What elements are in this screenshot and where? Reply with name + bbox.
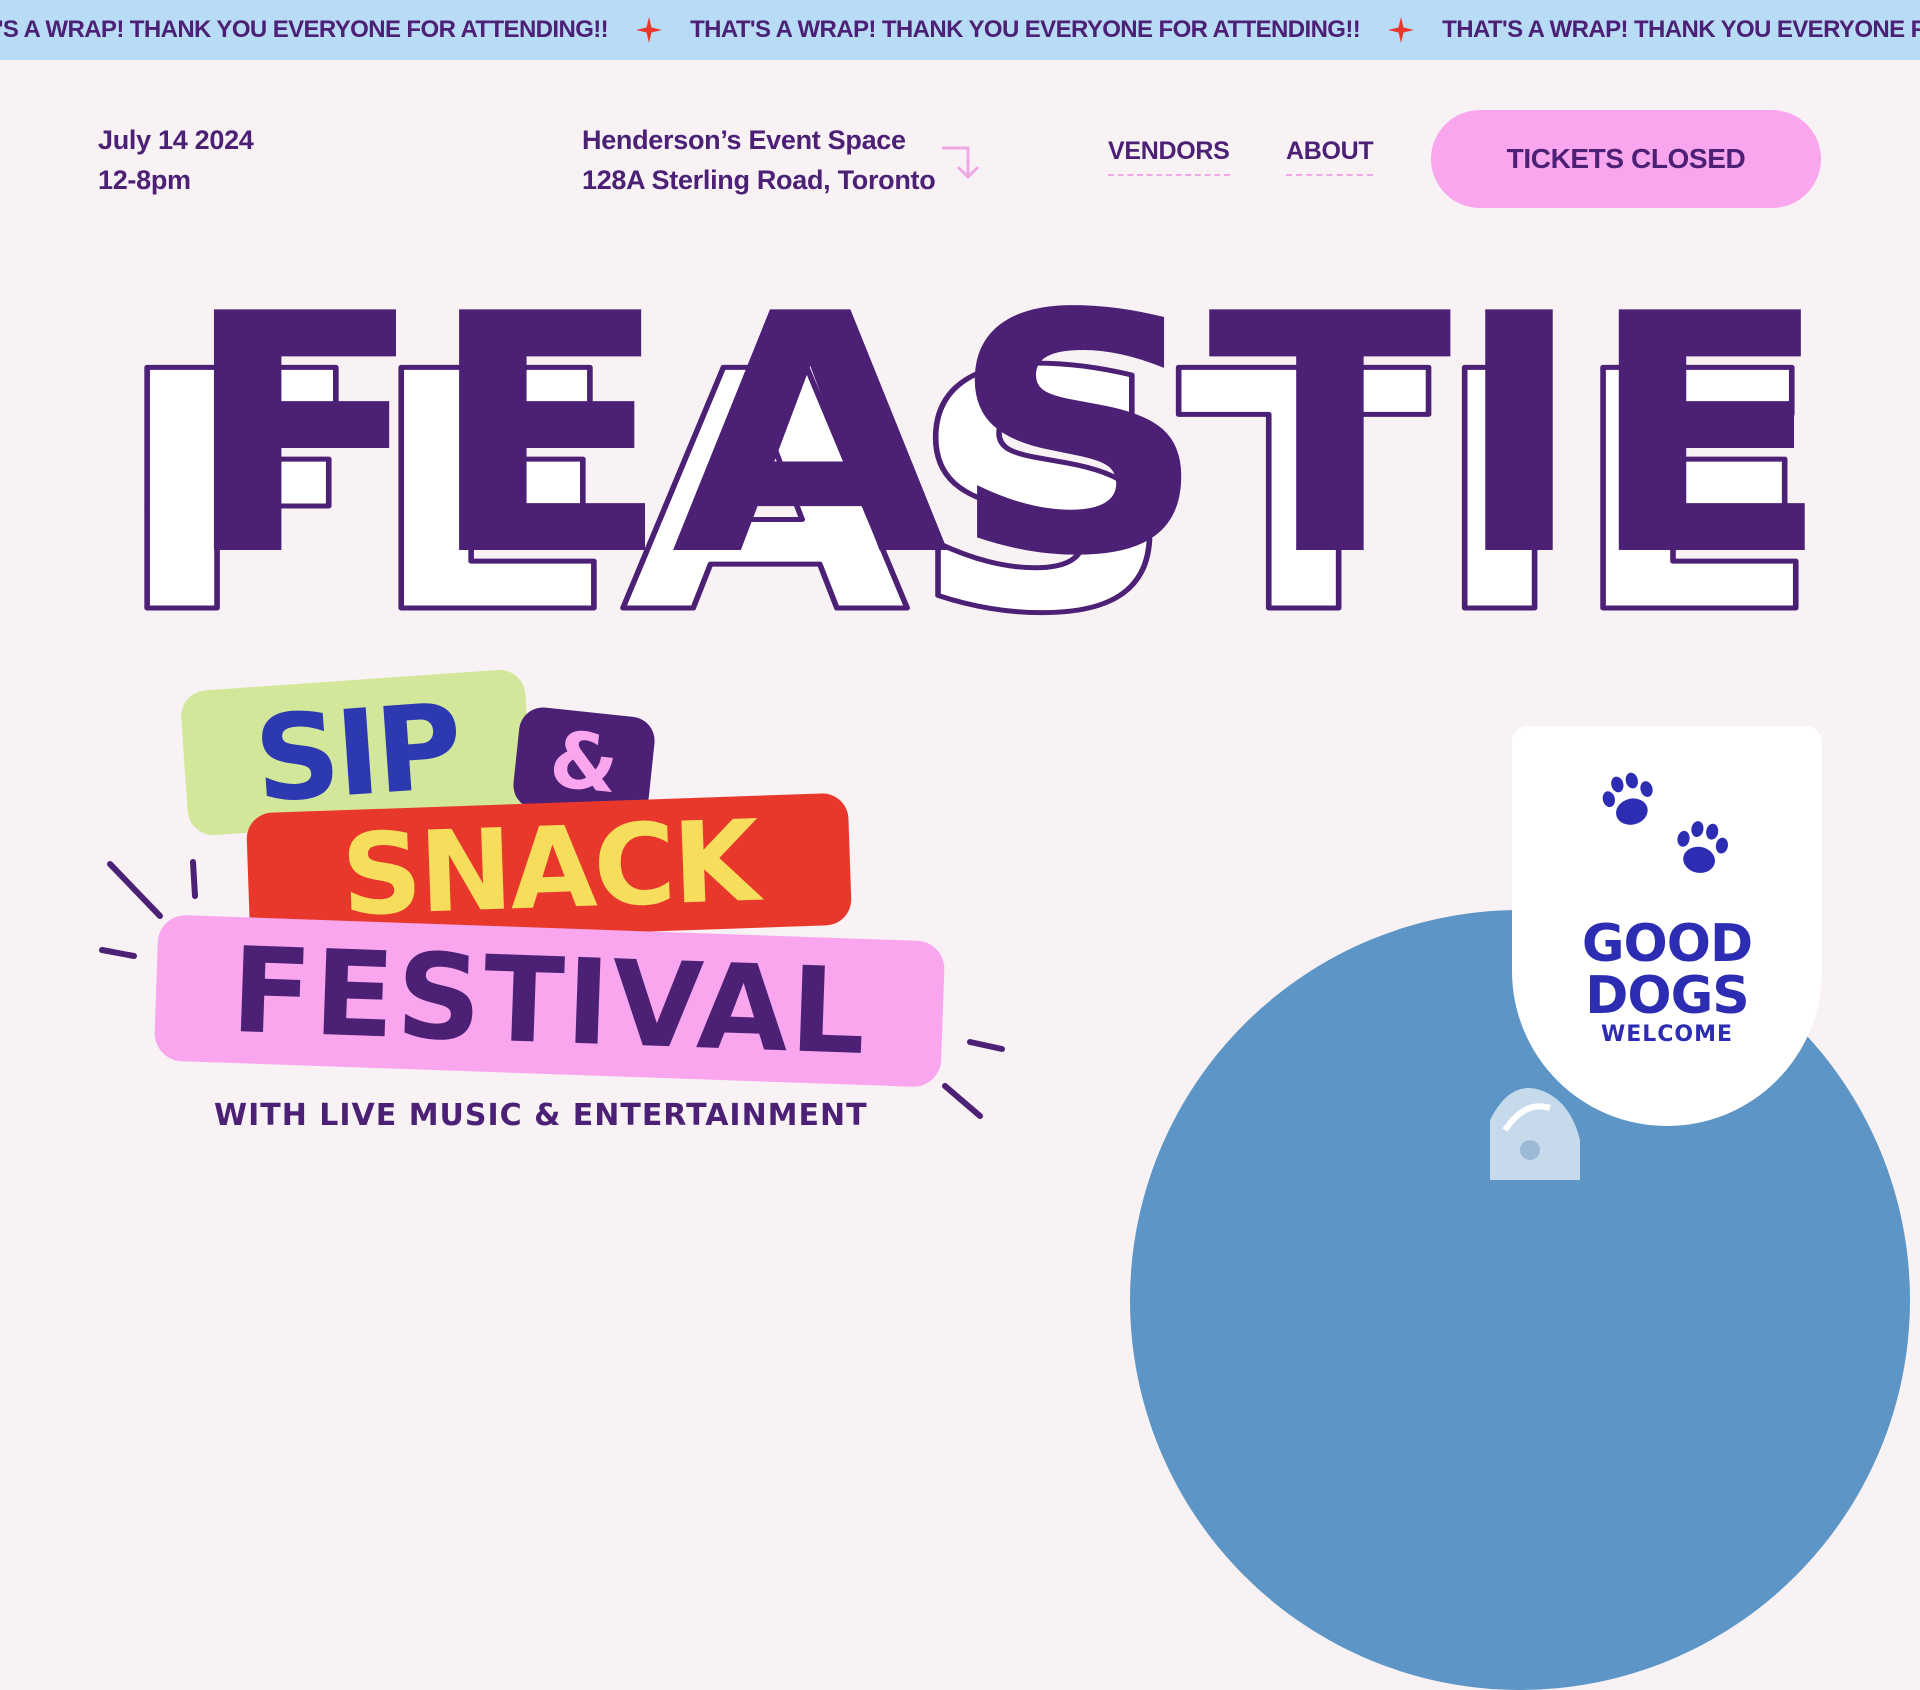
sparkle-star-icon xyxy=(1388,17,1415,43)
hero-title-text: FEASTIE xyxy=(181,270,1831,628)
event-address: 128A Sterling Road, Toronto xyxy=(582,165,936,195)
event-time: 12-8pm xyxy=(98,165,191,195)
arrow-down-right-icon xyxy=(942,146,980,180)
event-location[interactable]: Henderson’s Event Space 128A Sterling Ro… xyxy=(582,120,936,200)
nav-about-link[interactable]: ABOUT xyxy=(1286,137,1374,176)
dogs-welcome-text: WELCOME xyxy=(1600,1022,1734,1047)
event-venue: Henderson’s Event Space xyxy=(582,125,906,155)
tickets-button[interactable]: TICKETS CLOSED xyxy=(1431,110,1821,208)
badge-festival-text: FESTIVAL xyxy=(229,920,870,1082)
announcement-text: THAT'S A WRAP! THANK YOU EVERYONE FOR AT… xyxy=(1442,16,1920,43)
paw-print-icon xyxy=(1677,821,1728,873)
announcement-banner: THAT'S A WRAP! THANK YOU EVERYONE FOR AT… xyxy=(0,0,1920,60)
dogs-dogs-text: DOGS xyxy=(1585,966,1750,1026)
paw-print-icon xyxy=(1602,772,1653,825)
badge-sip-text: SIP xyxy=(250,676,463,829)
dogs-welcome-card: GOOD DOGS WELCOME xyxy=(1512,726,1822,1126)
festival-tagline: WITH LIVE MUSIC & ENTERTAINMENT xyxy=(214,1098,868,1133)
event-date: July 14 2024 xyxy=(98,125,254,155)
badge-snack-text: SNACK xyxy=(339,796,759,942)
hero-title: FEASTIE FEASTIE xyxy=(111,270,1832,630)
event-datetime: July 14 2024 12-8pm xyxy=(98,120,254,200)
announcement-track: THAT'S A WRAP! THANK YOU EVERYONE FOR AT… xyxy=(0,0,1920,60)
dogs-good-text: GOOD xyxy=(1581,914,1753,974)
announcement-text: THAT'S A WRAP! THANK YOU EVERYONE FOR AT… xyxy=(0,16,609,43)
badge-amp-text: & xyxy=(545,714,623,812)
badge-festival: FESTIVAL xyxy=(153,914,946,1088)
sparkle-star-icon xyxy=(636,17,663,43)
nav-vendors-link[interactable]: VENDORS xyxy=(1108,137,1230,176)
announcement-text: THAT'S A WRAP! THANK YOU EVERYONE FOR AT… xyxy=(690,16,1361,43)
